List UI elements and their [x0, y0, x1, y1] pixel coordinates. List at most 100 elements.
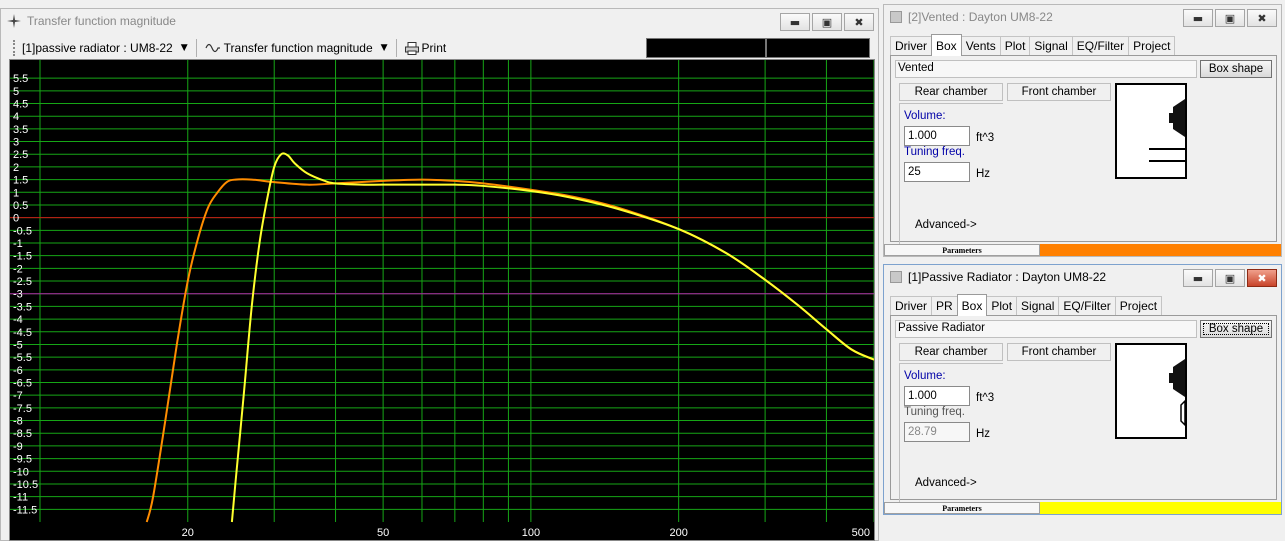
tuning-freq-label: Tuning freq.: [904, 146, 965, 158]
box-shape-button[interactable]: Box shape: [1200, 320, 1272, 338]
tab-driver[interactable]: Driver: [890, 36, 932, 55]
x-tick-label: 50: [377, 527, 389, 539]
magnitude-chart: 5.554.543.532.521.510.50-0.5-1-1.5-2-2.5…: [10, 60, 874, 539]
box-type-field: Vented: [895, 60, 1197, 78]
rear-chamber-button[interactable]: Rear chamber: [899, 83, 1003, 101]
tab-project[interactable]: Project: [1114, 296, 1163, 315]
chevron-down-icon: ▼: [380, 43, 388, 53]
tab-eq-filter[interactable]: EQ/Filter: [1071, 36, 1130, 55]
volume-unit: ft^3: [976, 132, 995, 144]
drag-grip-icon: [13, 40, 16, 56]
y-tick-label: -7: [13, 390, 23, 402]
y-tick-label: 2.5: [13, 149, 28, 161]
box-shape-button[interactable]: Box shape: [1200, 60, 1272, 78]
y-tick-label: -8.5: [13, 428, 32, 440]
y-tick-label: -1.5: [13, 251, 32, 263]
maximize-button[interactable]: ▣: [1215, 269, 1245, 287]
rear-chamber-button[interactable]: Rear chamber: [899, 343, 1003, 361]
close-icon: ✖: [1257, 11, 1267, 25]
tuning-freq-unit: Hz: [976, 168, 991, 180]
advanced-link[interactable]: Advanced->: [915, 219, 977, 231]
vented-window-title: [2]Vented : Dayton UM8-22: [908, 10, 1053, 24]
close-button[interactable]: ✖: [1247, 9, 1277, 27]
close-button[interactable]: ✖: [844, 13, 874, 31]
main-titlebar[interactable]: Transfer function magnitude ▬ ▣ ✖: [1, 9, 878, 33]
y-tick-label: 3: [13, 137, 19, 149]
tab-vents[interactable]: Vents: [960, 36, 1001, 55]
advanced-link[interactable]: Advanced->: [915, 477, 977, 489]
system-select-value: [1]passive radiator : UM8-22: [22, 41, 173, 55]
y-tick-label: -10: [13, 466, 29, 478]
y-tick-label: -5.5: [13, 352, 32, 364]
tuning-freq-input[interactable]: [904, 162, 970, 182]
volume-label: Volume:: [904, 370, 946, 382]
tab-box[interactable]: Box: [956, 294, 988, 316]
series-line-passive: [230, 152, 874, 523]
app-icon: [890, 11, 902, 23]
vented-titlebar[interactable]: [2]Vented : Dayton UM8-22 ▬ ▣ ✖: [884, 5, 1281, 29]
tab-pr[interactable]: PR: [931, 296, 958, 315]
tab-driver[interactable]: Driver: [890, 296, 932, 315]
tab-signal[interactable]: Signal: [1016, 296, 1060, 315]
chevron-down-icon: ▼: [180, 43, 188, 53]
magnitude-plot[interactable]: 5.5 5 4.5 4 3.5 3 2.5 2 1.5 1 0.5 0 -0.5 -1 -1.5 -2 -2.5…: [9, 59, 875, 541]
chamber-params: Volume: ft^3 Tuning freq. Hz: [899, 363, 1003, 513]
minimize-button[interactable]: ▬: [1183, 9, 1213, 27]
plot-type-select[interactable]: Transfer function magnitude ▼: [201, 38, 392, 58]
vented-color-bar: [1040, 244, 1281, 256]
printer-icon: [404, 41, 419, 55]
y-tick-label: -3: [13, 289, 23, 301]
tab-box[interactable]: Box: [931, 34, 962, 56]
passive-statusbar: Parameters: [884, 502, 1281, 514]
y-tick-label: -6: [13, 365, 23, 377]
parameters-status: Parameters: [884, 244, 1040, 256]
front-chamber-button[interactable]: Front chamber: [1007, 83, 1111, 101]
minimize-button[interactable]: ▬: [780, 13, 810, 31]
minimize-icon: ▬: [1192, 11, 1204, 25]
tab-plot[interactable]: Plot: [986, 296, 1018, 315]
y-tick-label: -9: [13, 441, 23, 453]
tuning-freq-unit: Hz: [976, 428, 991, 440]
print-button[interactable]: Print: [401, 38, 451, 58]
passive-window-title: [1]Passive Radiator : Dayton UM8-22: [908, 270, 1107, 284]
tab-project[interactable]: Project: [1128, 36, 1176, 55]
y-tick-label: -4.5: [13, 327, 32, 339]
close-button[interactable]: ✖: [1247, 269, 1277, 287]
main-window-title: Transfer function magnitude: [27, 14, 176, 28]
y-tick-label: 1.5: [13, 175, 28, 187]
y-tick-label: -8: [13, 416, 23, 428]
maximize-button[interactable]: ▣: [1215, 9, 1245, 27]
minimize-button[interactable]: ▬: [1183, 269, 1213, 287]
tab-eq-filter[interactable]: EQ/Filter: [1058, 296, 1116, 315]
y-tick-label: -3.5: [13, 301, 32, 313]
parameters-status: Parameters: [884, 502, 1040, 514]
y-tick-label: 0: [13, 213, 19, 225]
minimize-icon: ▬: [789, 15, 801, 29]
toolbar-divider: [395, 39, 397, 57]
y-tick-label: -10.5: [13, 479, 38, 491]
vented-tabs: Driver Box Vents Plot Signal EQ/Filter P…: [890, 34, 1176, 56]
y-tick-label: -5: [13, 339, 23, 351]
y-tick-label: 2: [13, 162, 19, 174]
vented-box-drawing: [1115, 83, 1187, 182]
system-select[interactable]: [1]passive radiator : UM8-22 ▼: [9, 38, 192, 58]
maximize-icon: ▣: [821, 15, 833, 29]
x-tick-label: 20: [182, 527, 194, 539]
tab-plot[interactable]: Plot: [999, 36, 1031, 55]
passive-box-drawing: [1115, 343, 1187, 442]
front-chamber-button[interactable]: Front chamber: [1007, 343, 1111, 361]
passive-titlebar[interactable]: [1]Passive Radiator : Dayton UM8-22 ▬ ▣ …: [884, 265, 1281, 289]
vented-box-window: [2]Vented : Dayton UM8-22 ▬ ▣ ✖ Driver B…: [883, 4, 1282, 257]
tab-signal[interactable]: Signal: [1029, 36, 1073, 55]
plot-type-value: Transfer function magnitude: [223, 41, 373, 55]
y-tick-label: -7.5: [13, 403, 32, 415]
passive-color-bar: [1040, 502, 1281, 514]
box-type-field: Passive Radiator: [895, 320, 1197, 338]
x-tick-label: 200: [669, 527, 687, 539]
waveform-icon: [205, 43, 221, 53]
y-tick-label: -4: [13, 314, 23, 326]
volume-input[interactable]: [904, 126, 970, 146]
volume-input[interactable]: [904, 386, 970, 406]
maximize-button[interactable]: ▣: [812, 13, 842, 31]
tuning-freq-input: [904, 422, 970, 442]
